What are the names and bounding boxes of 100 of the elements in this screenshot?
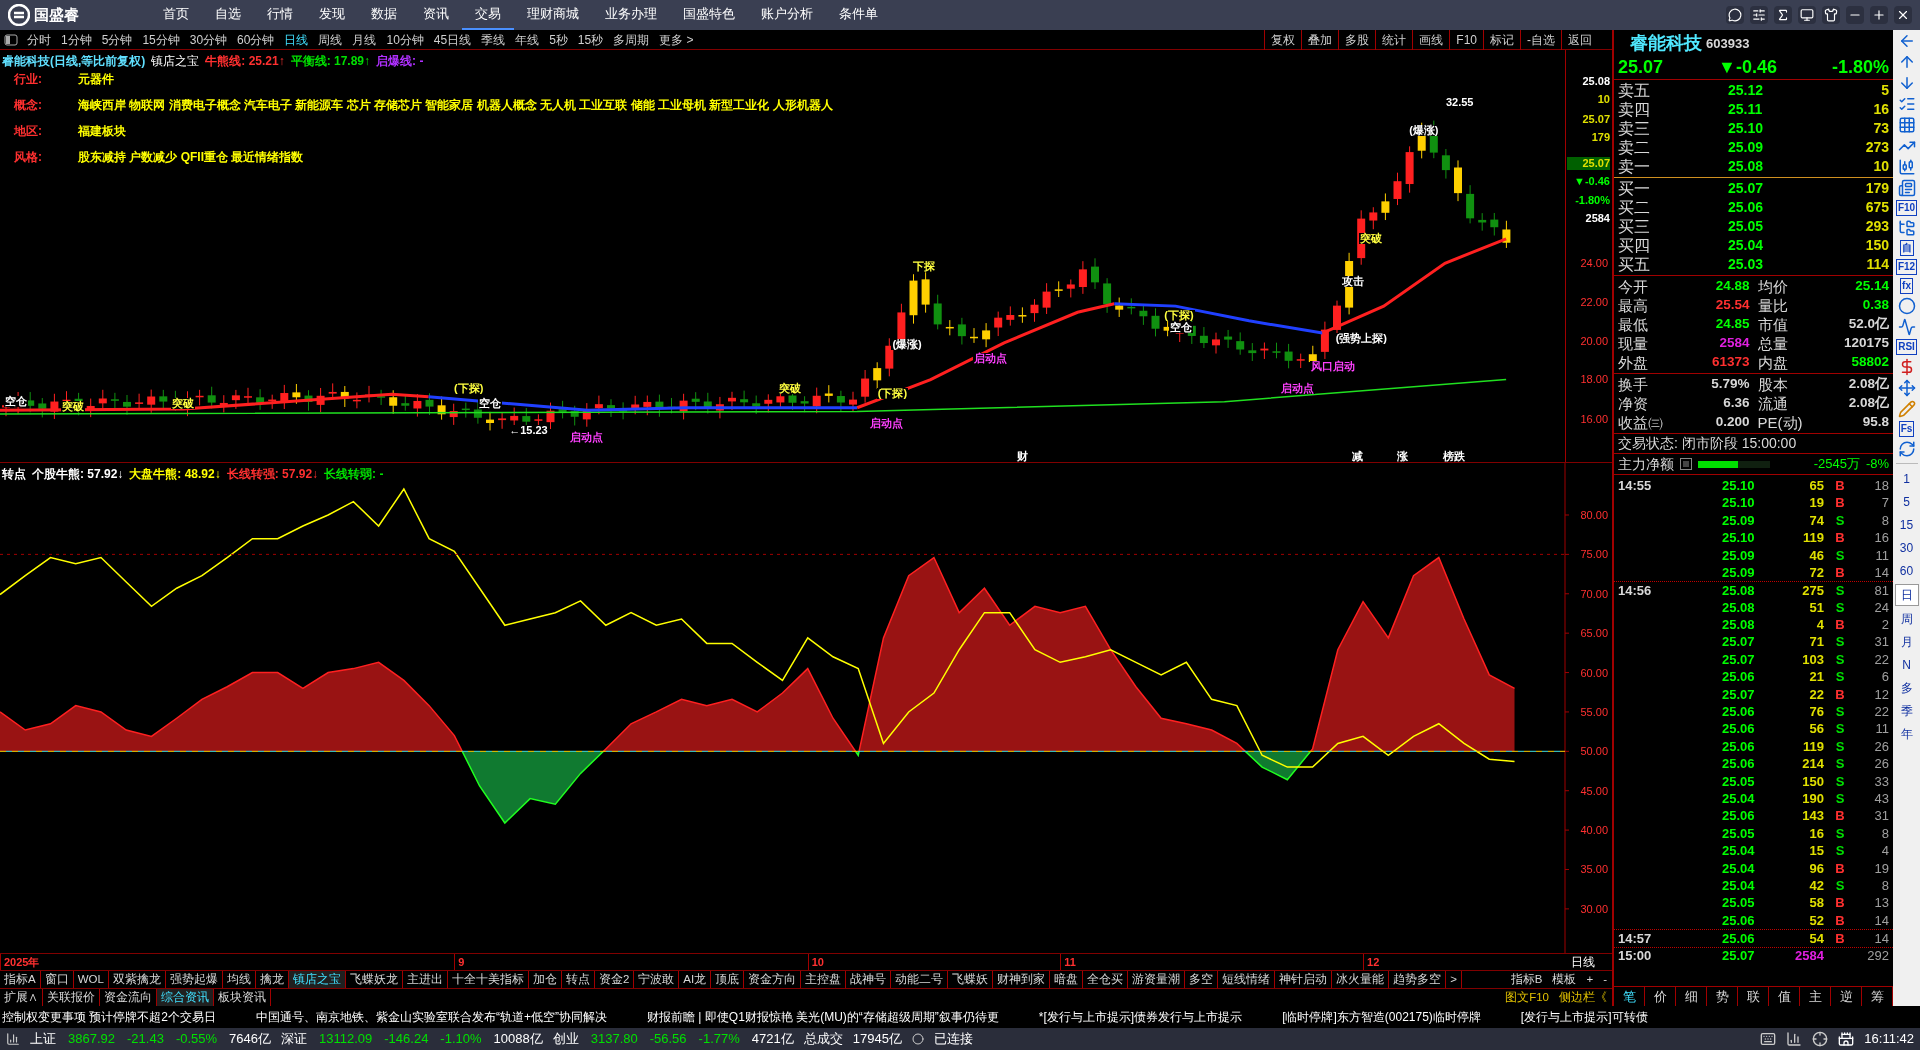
nav-tab[interactable]: 行情 xyxy=(254,0,306,30)
period-button[interactable]: 多 xyxy=(1894,678,1919,698)
period-tab[interactable]: 月线 xyxy=(347,30,382,49)
news-headline[interactable]: 中国通号、南京地铁、紫金山实验室联合发布“轨道+低空”协同解决 xyxy=(256,1008,607,1026)
news-headline[interactable]: [临时停牌]东方智造(002175)临时停牌 xyxy=(1282,1008,1481,1026)
period-tab[interactable]: 分时 xyxy=(22,30,56,49)
tower-icon[interactable] xyxy=(1838,1031,1855,1047)
nav-tab[interactable]: 业务办理 xyxy=(592,0,670,30)
chart-tool-button[interactable]: 统计 xyxy=(1375,29,1413,50)
nav-tab[interactable]: 数据 xyxy=(358,0,410,30)
period-button[interactable]: 30 xyxy=(1894,538,1919,558)
monitor-icon[interactable] xyxy=(1798,6,1816,24)
minimize-icon[interactable] xyxy=(1846,6,1864,24)
stat-value: 95.8 xyxy=(1861,413,1889,432)
nav-tab[interactable]: 发现 xyxy=(306,0,358,30)
chart-tool-button[interactable]: 叠加 xyxy=(1301,29,1339,50)
panel-tool-button[interactable]: - xyxy=(1598,971,1612,988)
chat-icon[interactable] xyxy=(1726,6,1744,24)
stat-value: 2584 xyxy=(1718,334,1750,353)
panel-tool-button[interactable]: 模板 xyxy=(1547,971,1582,988)
news-headline[interactable]: 控制权变更事项 预计停牌不超2个交易日 xyxy=(2,1008,216,1026)
chart-icon[interactable] xyxy=(6,1032,20,1046)
panel-tool-button[interactable]: 图文F10 xyxy=(1500,989,1554,1006)
period-tab[interactable]: 10分钟 xyxy=(381,30,429,49)
period-tab[interactable]: 日线 xyxy=(279,30,314,49)
nav-tab[interactable]: 条件单 xyxy=(826,0,891,30)
period-tab[interactable]: 多周期 xyxy=(608,30,655,49)
period-button[interactable]: 周 xyxy=(1894,609,1919,629)
maximize-icon[interactable] xyxy=(1870,6,1888,24)
panel-tool-button[interactable]: 指标B xyxy=(1505,971,1548,988)
period-tab[interactable]: 1分钟 xyxy=(56,30,97,49)
period-tab[interactable]: 季线 xyxy=(476,30,511,49)
chart-tool-button[interactable]: 多股 xyxy=(1338,29,1376,50)
period-tab[interactable]: 年线 xyxy=(510,30,545,49)
circle-icon[interactable] xyxy=(1897,297,1916,315)
period-button[interactable]: 5 xyxy=(1894,492,1919,512)
tool-button[interactable]: F10 xyxy=(1895,200,1918,216)
period-tab[interactable]: 45日线 xyxy=(428,30,477,49)
pencil-icon[interactable] xyxy=(1897,400,1916,418)
period-tab[interactable]: 15秒 xyxy=(572,30,609,49)
chart-tool-button[interactable]: 画线 xyxy=(1412,29,1450,50)
close-icon[interactable] xyxy=(1894,6,1912,24)
period-button[interactable]: 15 xyxy=(1894,515,1919,535)
indicator-tab[interactable]: 镇店之宝 xyxy=(288,971,346,988)
indicator-name[interactable]: 镇店之宝 xyxy=(151,52,200,70)
keyboard-icon[interactable] xyxy=(1760,1031,1777,1047)
nav-tab[interactable]: 自选 xyxy=(202,0,254,30)
list-icon[interactable] xyxy=(1680,458,1692,470)
stat-value: 0.200 xyxy=(1714,413,1750,432)
period-tab[interactable]: 周线 xyxy=(313,30,348,49)
shirt-icon[interactable] xyxy=(1822,6,1840,24)
total-turnover: 17945亿 xyxy=(852,1030,902,1049)
chart-tool-button[interactable]: 返回 xyxy=(1561,29,1598,50)
tool-button[interactable]: F12 xyxy=(1895,259,1918,275)
nav-tab[interactable]: 首页 xyxy=(150,0,202,30)
nav-tab[interactable]: 账户分析 xyxy=(748,0,826,30)
function-icon[interactable] xyxy=(1774,6,1792,24)
period-button[interactable]: 1 xyxy=(1894,469,1919,489)
news-headline[interactable]: [发行与上市提示]可转债 xyxy=(1520,1008,1648,1026)
settings-icon[interactable] xyxy=(1750,6,1768,24)
period-tab[interactable]: 30分钟 xyxy=(184,30,233,49)
chart-tool-button[interactable]: 复权 xyxy=(1264,29,1302,50)
tree-icon[interactable] xyxy=(1897,219,1916,237)
bar-chart-icon[interactable] xyxy=(1786,1031,1803,1047)
move-icon[interactable] xyxy=(1897,379,1916,397)
tool-button[interactable]: RSI xyxy=(1896,339,1917,355)
grid-icon[interactable] xyxy=(1897,116,1916,134)
chart-tool-button[interactable]: -自选 xyxy=(1520,29,1561,50)
tool-button[interactable]: Fs xyxy=(1898,421,1915,437)
tool-button[interactable]: 自 xyxy=(1899,240,1914,256)
refresh-icon[interactable] xyxy=(1897,440,1916,458)
panel-tool-button[interactable]: 侧边栏《 xyxy=(1554,989,1612,1006)
stock-name: 睿能科技 xyxy=(1630,32,1702,55)
news-headline[interactable]: *[发行与上市提示]债券发行与上市提示 xyxy=(1038,1008,1243,1026)
panel-tool-button[interactable]: + xyxy=(1581,971,1599,988)
period-tab[interactable]: 更多 > xyxy=(654,30,699,49)
period-button[interactable]: 日 xyxy=(1894,584,1919,606)
document-icon[interactable] xyxy=(1897,179,1916,197)
news-headline[interactable]: 财报前瞻 | 即使Q1财报惊艳 美光(MU)的“存储超级周期”叙事仍待更 xyxy=(647,1008,999,1026)
panel-toggle-icon[interactable] xyxy=(4,33,18,46)
crosshair-icon[interactable] xyxy=(1812,1031,1829,1047)
period-button[interactable]: 季 xyxy=(1894,701,1919,721)
chart-tool-button[interactable]: 标记 xyxy=(1483,29,1520,50)
period-button[interactable]: N xyxy=(1894,655,1919,675)
nav-tab[interactable]: 理财商城 xyxy=(514,0,592,30)
indicator-tab[interactable]: 综合资讯 xyxy=(157,989,214,1006)
period-tab[interactable]: 60分钟 xyxy=(232,30,280,49)
period-tab[interactable]: 15分钟 xyxy=(137,30,185,49)
nav-tab[interactable]: 国盛特色 xyxy=(670,0,748,30)
period-button[interactable]: 年 xyxy=(1894,724,1919,744)
checklist-icon[interactable] xyxy=(1897,95,1916,113)
wave-chart-icon[interactable] xyxy=(1897,318,1916,336)
candlestick-icon[interactable] xyxy=(1897,158,1916,176)
nav-tab[interactable]: 资讯 xyxy=(410,0,462,30)
period-button[interactable]: 月 xyxy=(1894,632,1919,652)
period-tab[interactable]: 5秒 xyxy=(544,30,573,49)
tool-button[interactable]: fx xyxy=(1900,278,1913,294)
chart-tool-button[interactable]: F10 xyxy=(1449,29,1483,50)
period-button[interactable]: 60 xyxy=(1894,561,1919,581)
period-tab[interactable]: 5分钟 xyxy=(96,30,138,49)
